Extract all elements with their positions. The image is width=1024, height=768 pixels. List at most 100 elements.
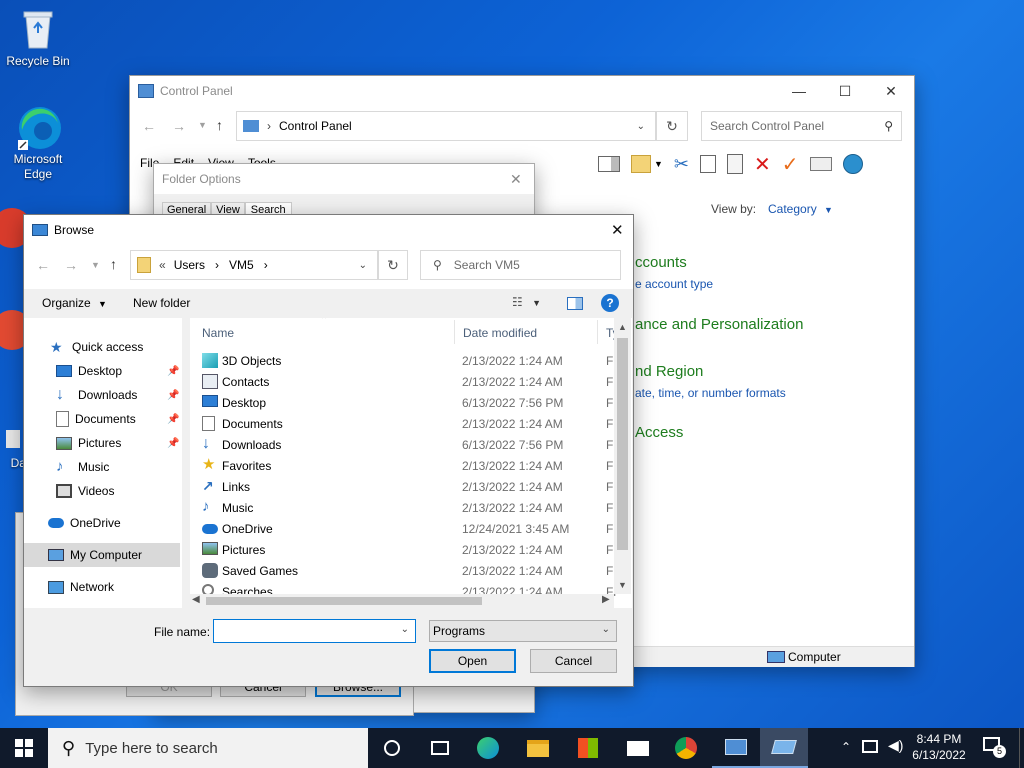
chevron-down-icon[interactable]: ⌄ — [401, 624, 409, 635]
folder-options-close-button[interactable]: ✕ — [510, 171, 522, 188]
close-button[interactable]: ✕ — [868, 76, 914, 106]
control-panel-search-input[interactable]: Search Control Panel ⚲ — [701, 111, 902, 141]
maximize-button[interactable]: ☐ — [822, 76, 868, 106]
browse-search-input[interactable]: ⚲ Search VM5 — [420, 250, 621, 280]
horizontal-scrollbar[interactable]: ◀ ▶ — [190, 594, 614, 608]
nav-quick-access[interactable]: ★ Quick access — [24, 335, 180, 359]
file-row[interactable]: OneDrive 12/24/2021 3:45 AM Fi — [200, 518, 620, 539]
refresh-button[interactable]: ↻ — [656, 111, 688, 141]
scroll-up-arrow-icon[interactable]: ▲ — [618, 322, 627, 332]
checkmark-icon[interactable]: ✓ — [782, 152, 799, 177]
file-type-select[interactable]: Programs ⌄ — [429, 620, 617, 642]
taskbar-mail[interactable] — [614, 728, 662, 768]
category-user-accounts-sub[interactable]: e account type — [635, 277, 713, 291]
minimize-button[interactable]: — — [776, 76, 822, 106]
properties-icon[interactable] — [809, 157, 832, 171]
taskbar-chrome[interactable] — [662, 728, 710, 768]
globe-icon[interactable] — [842, 154, 863, 174]
chevron-right-icon[interactable]: › — [215, 258, 219, 272]
vertical-scrollbar[interactable]: ▲ ▼ — [614, 318, 631, 594]
forward-arrow-icon[interactable]: → — [172, 118, 186, 134]
volume-tray-icon[interactable]: ◀) — [888, 737, 903, 754]
taskbar-control-panel[interactable] — [712, 728, 760, 768]
up-arrow-icon[interactable]: ↑ — [110, 256, 117, 272]
back-arrow-icon[interactable]: ← — [142, 118, 156, 134]
nav-pictures[interactable]: Pictures 📌 — [24, 431, 180, 455]
cancel-button[interactable]: Cancel — [530, 649, 617, 673]
nav-music[interactable]: ♪ Music — [24, 455, 180, 479]
category-clock-region-sub[interactable]: ate, time, or number formats — [635, 386, 786, 400]
file-row[interactable]: ↓ Downloads 6/13/2022 7:56 PM Fi — [200, 434, 620, 455]
view-by-dropdown[interactable]: Category ▼ — [768, 202, 833, 216]
nav-network[interactable]: Network — [24, 575, 180, 599]
folder-note-icon[interactable] — [631, 155, 651, 173]
file-row[interactable]: Saved Games 2/13/2022 1:24 AM Fi — [200, 560, 620, 581]
browse-close-button[interactable]: ✕ — [611, 221, 624, 239]
file-row[interactable]: Desktop 6/13/2022 7:56 PM Fi — [200, 392, 620, 413]
file-row[interactable]: ♪ Music 2/13/2022 1:24 AM Fi — [200, 497, 620, 518]
nav-downloads[interactable]: ↓ Downloads 📌 — [24, 383, 180, 407]
desktop-icon-recycle-bin[interactable]: Recycle Bin — [0, 6, 76, 69]
column-header-date[interactable]: Date modified — [463, 326, 537, 340]
scroll-right-arrow-icon[interactable]: ▶ — [602, 594, 610, 605]
file-row[interactable]: 3D Objects 2/13/2022 1:24 AM Fi — [200, 350, 620, 371]
breadcrumb-vm5[interactable]: VM5 — [229, 258, 254, 272]
browse-titlebar[interactable]: Browse — [24, 215, 633, 245]
paste-icon[interactable] — [727, 154, 744, 174]
nav-videos[interactable]: Videos — [24, 479, 180, 503]
file-name-input[interactable]: ⌄ — [213, 619, 416, 643]
clock[interactable]: 8:44 PM 6/13/2022 — [906, 731, 972, 763]
delete-icon[interactable]: ✕ — [754, 152, 771, 177]
category-clock-region[interactable]: nd Region — [635, 363, 703, 380]
scroll-down-arrow-icon[interactable]: ▼ — [618, 580, 627, 590]
cortana-button[interactable] — [368, 728, 416, 768]
file-row[interactable]: Pictures 2/13/2022 1:24 AM Fi — [200, 539, 620, 560]
nav-desktop[interactable]: Desktop 📌 — [24, 359, 180, 383]
preview-pane-icon[interactable] — [598, 156, 620, 172]
network-tray-icon[interactable] — [862, 740, 878, 753]
folder-options-titlebar[interactable]: Folder Options — [154, 164, 534, 194]
cut-icon[interactable]: ✂ — [674, 154, 689, 175]
recent-chevron-icon[interactable]: ▼ — [91, 260, 100, 270]
browse-address-bar[interactable]: « Users › VM5 › ⌄ — [130, 250, 378, 280]
scroll-thumb[interactable] — [617, 338, 628, 550]
horizontal-scroll-thumb[interactable] — [206, 597, 482, 605]
chevron-down-icon[interactable]: ⌄ — [359, 260, 367, 271]
category-appearance[interactable]: ance and Personalization — [635, 316, 803, 333]
file-row[interactable]: ★ Favorites 2/13/2022 1:24 AM Fi — [200, 455, 620, 476]
taskbar-file-explorer[interactable] — [514, 728, 562, 768]
help-icon[interactable]: ? — [601, 294, 619, 312]
column-header-name[interactable]: Name — [202, 326, 234, 340]
taskbar-edge[interactable] — [464, 728, 512, 768]
file-row[interactable]: ↗ Links 2/13/2022 1:24 AM Fi — [200, 476, 620, 497]
file-row[interactable]: Contacts 2/13/2022 1:24 AM Fi — [200, 371, 620, 392]
nav-documents[interactable]: Documents 📌 — [24, 407, 180, 431]
taskbar-run-dialog[interactable] — [760, 728, 808, 768]
recent-chevron-icon[interactable]: ▼ — [198, 120, 207, 130]
start-button[interactable] — [0, 728, 48, 768]
view-options-icon[interactable]: ☷ ▼ — [512, 295, 541, 309]
new-folder-button[interactable]: New folder — [133, 296, 190, 310]
breadcrumb-users[interactable]: Users — [174, 258, 205, 272]
overflow-chevron[interactable]: « — [159, 258, 166, 272]
organize-button[interactable]: Organize ▼ — [42, 296, 107, 310]
show-hidden-icons-chevron[interactable]: ⌃ — [841, 740, 851, 754]
show-desktop-button[interactable] — [1019, 728, 1024, 768]
scroll-left-arrow-icon[interactable]: ◀ — [192, 594, 200, 605]
action-center-button[interactable]: 5 — [983, 737, 1006, 758]
taskbar-search-box[interactable]: ⚲ Type here to search — [48, 728, 368, 768]
open-button[interactable]: Open — [429, 649, 516, 673]
chevron-down-icon[interactable]: ⌄ — [637, 121, 645, 132]
nav-onedrive[interactable]: OneDrive — [24, 511, 180, 535]
category-user-accounts[interactable]: ccounts — [635, 254, 687, 271]
chevron-down-icon[interactable]: ▼ — [654, 159, 663, 169]
forward-arrow-icon[interactable]: → — [64, 257, 78, 273]
preview-pane-icon[interactable] — [567, 297, 583, 310]
copy-icon[interactable] — [700, 155, 717, 173]
control-panel-address-bar[interactable]: › Control Panel ⌄ — [236, 111, 656, 141]
nav-my-computer[interactable]: My Computer — [24, 543, 180, 567]
desktop-icon-microsoft-edge[interactable]: Microsoft Edge — [0, 104, 76, 182]
back-arrow-icon[interactable]: ← — [36, 257, 50, 273]
task-view-button[interactable] — [416, 728, 464, 768]
file-row[interactable]: Documents 2/13/2022 1:24 AM Fi — [200, 413, 620, 434]
